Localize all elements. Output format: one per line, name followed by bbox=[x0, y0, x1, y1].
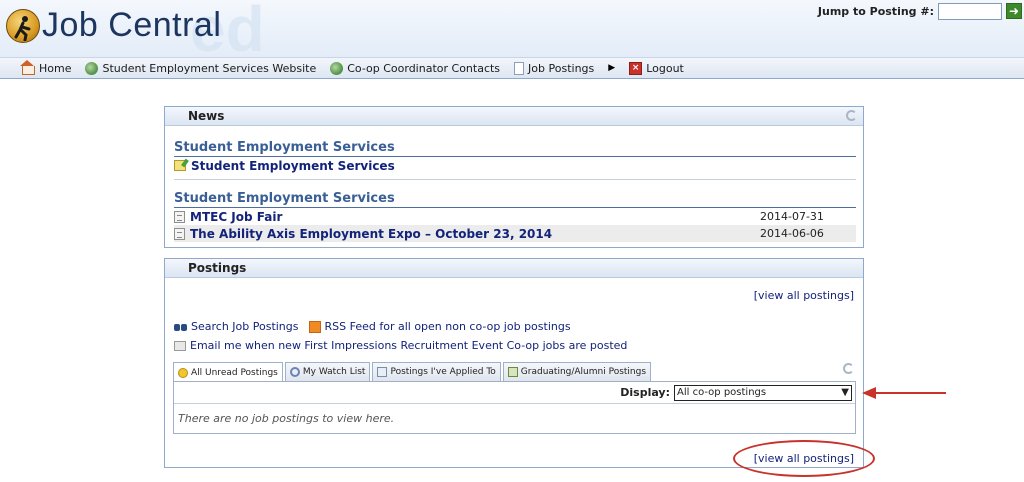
news-item[interactable]: Student Employment Services bbox=[174, 157, 856, 174]
pages-icon bbox=[514, 61, 525, 75]
rss-icon bbox=[308, 320, 321, 333]
postings-tabs: All Unread Postings My Watch List Postin… bbox=[173, 362, 652, 382]
news-item-date: 2014-07-31 bbox=[760, 210, 824, 223]
tab-applied[interactable]: Postings I've Applied To bbox=[372, 362, 501, 381]
tab-all-unread[interactable]: All Unread Postings bbox=[173, 362, 283, 382]
nav-label: Student Employment Services Website bbox=[102, 61, 317, 75]
binoculars-icon bbox=[174, 322, 187, 332]
news-panel-title: News bbox=[188, 109, 225, 123]
nav-ses-website[interactable]: Student Employment Services Website bbox=[85, 61, 317, 75]
logout-icon: × bbox=[629, 61, 643, 75]
display-select-value: All co-op postings bbox=[677, 386, 767, 398]
jump-to-posting: Jump to Posting #: ➜ bbox=[817, 3, 1022, 20]
tab-label: Graduating/Alumni Postings bbox=[520, 367, 647, 377]
news-item[interactable]: MTEC Job Fair 2014-07-31 bbox=[174, 208, 856, 225]
news-section-heading: Student Employment Services bbox=[174, 140, 856, 157]
postings-tab-content: Display: All co-op postings ▼ There are … bbox=[173, 381, 856, 434]
go-arrow-button[interactable]: ➜ bbox=[1006, 3, 1022, 19]
news-item-date: 2014-06-06 bbox=[760, 227, 824, 240]
chevron-down-icon: ▼ bbox=[841, 386, 849, 398]
globe-icon bbox=[330, 61, 344, 75]
logo-icon bbox=[6, 9, 40, 43]
submenu-arrow-icon: ▶ bbox=[608, 63, 616, 73]
view-all-postings-link[interactable]: [view all postings] bbox=[754, 289, 854, 302]
refresh-icon[interactable] bbox=[846, 110, 857, 121]
nav-label: Logout bbox=[646, 61, 684, 75]
postings-panel-title: Postings bbox=[188, 261, 247, 275]
empty-message: There are no job postings to view here. bbox=[178, 412, 395, 425]
graduate-icon bbox=[507, 367, 518, 377]
postings-panel: Postings [view all postings] Search Job … bbox=[164, 258, 864, 468]
watch-icon bbox=[289, 367, 300, 377]
divider bbox=[174, 179, 856, 180]
nav-home[interactable]: Home bbox=[20, 59, 72, 75]
news-item-title[interactable]: Student Employment Services bbox=[191, 159, 760, 173]
annotation-arrow-icon bbox=[862, 387, 946, 399]
search-postings-link[interactable]: Search Job Postings bbox=[191, 320, 299, 333]
news-panel: News Student Employment Services Student… bbox=[164, 106, 864, 248]
document-icon bbox=[174, 210, 185, 223]
nav-label: Co-op Coordinator Contacts bbox=[347, 61, 501, 75]
tab-label: My Watch List bbox=[302, 367, 366, 377]
nav-coordinator-contacts[interactable]: Co-op Coordinator Contacts bbox=[330, 61, 501, 75]
postings-panel-header: Postings bbox=[165, 259, 863, 278]
home-icon bbox=[20, 59, 35, 75]
jump-label: Jump to Posting #: bbox=[817, 5, 934, 18]
jump-posting-input[interactable] bbox=[938, 3, 1002, 20]
tab-graduating[interactable]: Graduating/Alumni Postings bbox=[502, 362, 652, 381]
news-section-heading: Student Employment Services bbox=[174, 191, 856, 208]
nav-logout[interactable]: × Logout bbox=[629, 61, 684, 75]
news-section: Student Employment Services MTEC Job Fai… bbox=[174, 191, 856, 242]
app-logo-text[interactable]: Job Central bbox=[42, 6, 221, 45]
nav-label: Job Postings bbox=[528, 61, 595, 75]
email-alert-action[interactable]: Email me when new First Impressions Recr… bbox=[174, 339, 627, 352]
edit-note-icon bbox=[174, 160, 186, 171]
news-item-title[interactable]: The Ability Axis Employment Expo – Octob… bbox=[190, 227, 760, 241]
app-header: ed Job Central Jump to Posting #: ➜ bbox=[0, 0, 1024, 65]
applied-icon bbox=[377, 367, 388, 377]
email-alert-link[interactable]: Email me when new First Impressions Recr… bbox=[190, 339, 627, 352]
tab-label: All Unread Postings bbox=[191, 367, 278, 378]
globe-icon bbox=[85, 61, 99, 75]
document-icon bbox=[174, 227, 185, 240]
nav-label: Home bbox=[39, 61, 72, 75]
mail-icon bbox=[174, 340, 186, 351]
news-panel-header: News bbox=[165, 107, 863, 126]
news-section: Student Employment Services Student Empl… bbox=[174, 140, 856, 174]
news-item[interactable]: The Ability Axis Employment Expo – Octob… bbox=[174, 225, 856, 242]
display-label: Display: bbox=[620, 386, 670, 399]
rss-feed-link[interactable]: RSS Feed for all open non co-op job post… bbox=[325, 320, 571, 333]
display-select[interactable]: All co-op postings ▼ bbox=[674, 384, 852, 401]
annotation-oval bbox=[733, 440, 875, 477]
refresh-icon[interactable] bbox=[843, 363, 854, 374]
search-postings-action[interactable]: Search Job Postings RSS Feed for all ope… bbox=[174, 320, 571, 333]
tab-label: Postings I've Applied To bbox=[390, 367, 496, 377]
nav-job-postings[interactable]: Job Postings ▶ bbox=[514, 61, 616, 75]
unread-icon bbox=[178, 367, 188, 378]
news-item-title[interactable]: MTEC Job Fair bbox=[190, 210, 760, 224]
main-nav: Home Student Employment Services Website… bbox=[0, 58, 1024, 79]
display-filter-row: Display: All co-op postings ▼ bbox=[174, 382, 855, 404]
tab-watch-list[interactable]: My Watch List bbox=[284, 362, 371, 381]
